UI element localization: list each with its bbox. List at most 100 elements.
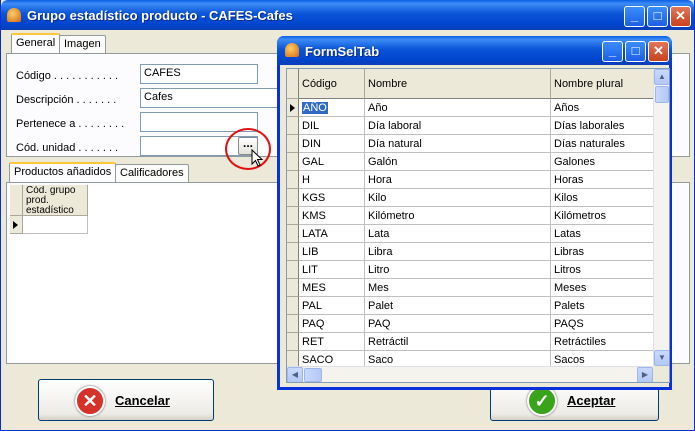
row-indicator[interactable] [287, 135, 299, 153]
table-cell-codigo[interactable]: KMS [299, 207, 365, 225]
table-cell-plural[interactable]: Galones [551, 153, 657, 171]
table-cell-codigo[interactable]: AÑO [299, 99, 365, 117]
table-cell-plural[interactable]: Meses [551, 279, 657, 297]
close-button[interactable]: ✕ [670, 6, 691, 27]
table-cell-plural[interactable]: Kilos [551, 189, 657, 207]
table-cell-nombre[interactable]: Libra [365, 243, 551, 261]
table-row[interactable]: GAL Galón Galones [287, 153, 657, 171]
scroll-right-icon[interactable]: ▶ [637, 367, 653, 382]
scroll-down-icon[interactable]: ▼ [654, 350, 669, 366]
row-indicator[interactable] [287, 297, 299, 315]
main-title-bar[interactable]: Grupo estadístico producto - CAFES-Cafes… [1, 0, 694, 30]
table-cell-nombre[interactable]: Año [365, 99, 551, 117]
table-row[interactable]: LIT Litro Litros [287, 261, 657, 279]
descripcion-field[interactable]: Cafes [140, 88, 280, 108]
minimize-button[interactable]: _ [624, 6, 645, 27]
table-row[interactable]: DIL Día laboral Días laborales [287, 117, 657, 135]
row-indicator[interactable] [287, 333, 299, 351]
codigo-field[interactable]: CAFES [140, 64, 258, 84]
tab-general[interactable]: General [11, 33, 61, 54]
table-cell-codigo[interactable]: DIL [299, 117, 365, 135]
table-cell-plural[interactable]: Días laborales [551, 117, 657, 135]
row-indicator[interactable] [287, 225, 299, 243]
column-header-codigo[interactable]: Código [299, 69, 365, 99]
vertical-scroll-thumb[interactable] [655, 86, 669, 103]
row-indicator[interactable] [287, 279, 299, 297]
products-grid-cell[interactable] [23, 216, 88, 234]
table-row[interactable]: LIB Libra Libras [287, 243, 657, 261]
table-cell-codigo[interactable]: GAL [299, 153, 365, 171]
table-cell-nombre[interactable]: Hora [365, 171, 551, 189]
table-cell-codigo[interactable]: MES [299, 279, 365, 297]
table-cell-nombre[interactable]: Día laboral [365, 117, 551, 135]
popup-title-bar[interactable]: FormSelTab _ □ ✕ [277, 36, 672, 65]
table-cell-codigo[interactable]: KGS [299, 189, 365, 207]
column-header-nombre-plural[interactable]: Nombre plural [551, 69, 657, 99]
table-cell-codigo[interactable]: H [299, 171, 365, 189]
table-cell-nombre[interactable]: Lata [365, 225, 551, 243]
products-grid-header[interactable]: Cód. grupo prod. estadístico [23, 185, 88, 216]
row-indicator[interactable] [287, 189, 299, 207]
row-indicator[interactable] [287, 99, 299, 117]
table-cell-plural[interactable]: Litros [551, 261, 657, 279]
table-cell-nombre[interactable]: Kilo [365, 189, 551, 207]
table-cell-codigo[interactable]: RET [299, 333, 365, 351]
popup-maximize-button[interactable]: □ [625, 41, 646, 62]
tab-calificadores[interactable]: Calificadores [115, 164, 189, 183]
table-cell-codigo[interactable]: PAQ [299, 315, 365, 333]
table-cell-nombre[interactable]: Palet [365, 297, 551, 315]
row-indicator[interactable] [287, 171, 299, 189]
table-cell-plural[interactable]: Palets [551, 297, 657, 315]
table-row[interactable]: H Hora Horas [287, 171, 657, 189]
table-cell-nombre[interactable]: Mes [365, 279, 551, 297]
table-cell-codigo[interactable]: LIB [299, 243, 365, 261]
table-cell-nombre[interactable]: Galón [365, 153, 551, 171]
table-cell-nombre[interactable]: Día natural [365, 135, 551, 153]
table-cell-plural[interactable]: Latas [551, 225, 657, 243]
table-cell-plural[interactable]: Días naturales [551, 135, 657, 153]
units-grid-horizontal-scrollbar[interactable]: ◀ ▶ [287, 366, 653, 382]
table-row[interactable]: PAL Palet Palets [287, 297, 657, 315]
products-grid[interactable]: Cód. grupo prod. estadístico [10, 185, 280, 361]
table-cell-plural[interactable]: Kilómetros [551, 207, 657, 225]
table-row[interactable]: RET Retráctil Retráctiles [287, 333, 657, 351]
maximize-button[interactable]: □ [647, 6, 668, 27]
tab-productos-anadidos[interactable]: Productos añadidos [9, 162, 117, 183]
table-row[interactable]: AÑO Año Años [287, 99, 657, 117]
tab-imagen[interactable]: Imagen [59, 35, 106, 54]
units-grid[interactable]: Código Nombre Nombre plural AÑO Año Años DI… [286, 68, 670, 383]
table-cell-plural[interactable]: Horas [551, 171, 657, 189]
table-cell-codigo[interactable]: LATA [299, 225, 365, 243]
table-cell-nombre[interactable]: Litro [365, 261, 551, 279]
popup-close-button[interactable]: ✕ [648, 41, 669, 62]
scroll-left-icon[interactable]: ◀ [287, 367, 303, 382]
row-indicator[interactable] [287, 207, 299, 225]
table-cell-plural[interactable]: Años [551, 99, 657, 117]
horizontal-scroll-thumb[interactable] [304, 368, 322, 382]
scroll-up-icon[interactable]: ▲ [654, 69, 669, 85]
table-row[interactable]: MES Mes Meses [287, 279, 657, 297]
table-row[interactable]: DIN Día natural Días naturales [287, 135, 657, 153]
table-cell-codigo[interactable]: LIT [299, 261, 365, 279]
table-row[interactable]: PAQ PAQ PAQS [287, 315, 657, 333]
row-indicator[interactable] [287, 153, 299, 171]
table-cell-plural[interactable]: Retráctiles [551, 333, 657, 351]
table-cell-plural[interactable]: Libras [551, 243, 657, 261]
table-row[interactable]: KMS Kilómetro Kilómetros [287, 207, 657, 225]
table-cell-nombre[interactable]: PAQ [365, 315, 551, 333]
row-indicator[interactable] [287, 261, 299, 279]
table-cell-codigo[interactable]: PAL [299, 297, 365, 315]
table-row[interactable]: LATA Lata Latas [287, 225, 657, 243]
row-indicator[interactable] [287, 243, 299, 261]
row-indicator[interactable] [287, 117, 299, 135]
table-cell-codigo[interactable]: DIN [299, 135, 365, 153]
table-cell-plural[interactable]: PAQS [551, 315, 657, 333]
table-row[interactable]: KGS Kilo Kilos [287, 189, 657, 207]
popup-minimize-button[interactable]: _ [602, 41, 623, 62]
table-cell-nombre[interactable]: Retráctil [365, 333, 551, 351]
row-indicator[interactable] [287, 315, 299, 333]
column-header-nombre[interactable]: Nombre [365, 69, 551, 99]
table-cell-nombre[interactable]: Kilómetro [365, 207, 551, 225]
cancel-button[interactable]: ✕ Cancelar [38, 379, 214, 421]
units-grid-vertical-scrollbar[interactable]: ▲ ▼ [653, 69, 669, 366]
